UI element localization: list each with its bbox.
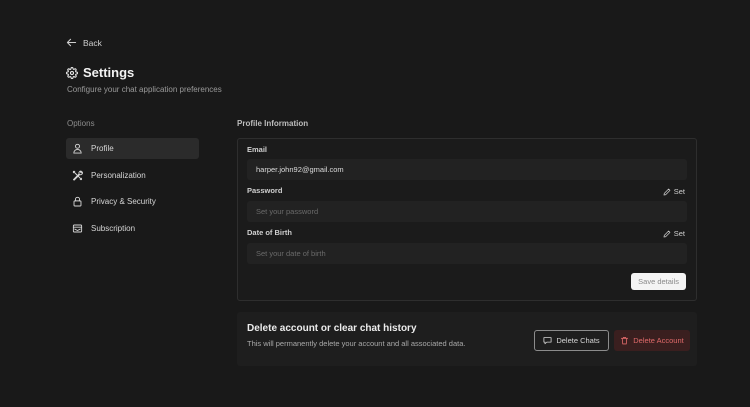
- pencil-icon: [663, 230, 671, 237]
- delete-chats-button[interactable]: Delete Chats: [534, 330, 609, 351]
- pencil-icon: [663, 188, 671, 195]
- profile-form: Email Password Set Date of Birth Set Sav…: [237, 138, 697, 301]
- email-field[interactable]: [247, 159, 687, 180]
- password-label: Password: [247, 186, 283, 195]
- delete-account-button[interactable]: Delete Account: [614, 330, 690, 351]
- back-link[interactable]: Back: [66, 37, 102, 48]
- page-title-text: Settings: [83, 65, 135, 80]
- chat-bubble-icon: [543, 337, 552, 345]
- sidebar-item-privacy[interactable]: Privacy & Security: [66, 191, 199, 212]
- set-dob-label: Set: [673, 229, 685, 238]
- arrow-left-icon: [66, 38, 77, 47]
- set-password-label: Set: [673, 187, 685, 196]
- section-heading: Profile Information: [237, 119, 309, 128]
- email-label: Email: [247, 145, 268, 154]
- set-password-button[interactable]: Set: [663, 187, 685, 196]
- page-title: Settings: [66, 65, 134, 80]
- delete-chats-label: Delete Chats: [556, 336, 600, 345]
- lock-icon: [73, 196, 82, 207]
- sidebar-item-profile[interactable]: Profile: [66, 138, 199, 159]
- sidebar-item-subscription[interactable]: Subscription: [66, 218, 199, 239]
- user-icon: [73, 143, 82, 154]
- dob-label: Date of Birth: [247, 228, 292, 237]
- sidebar-item-label: Personalization: [91, 170, 146, 180]
- danger-zone: Delete account or clear chat history Thi…: [237, 312, 697, 366]
- dob-field[interactable]: [247, 243, 687, 264]
- settings-page: Back Settings Configure your chat applic…: [0, 0, 750, 407]
- password-field[interactable]: [247, 201, 687, 222]
- back-label: Back: [83, 37, 102, 48]
- set-dob-button[interactable]: Set: [663, 229, 685, 238]
- gear-icon: [66, 66, 78, 79]
- delete-account-label: Delete Account: [633, 336, 684, 345]
- page-subtitle: Configure your chat application preferen…: [67, 85, 222, 94]
- sidebar-item-label: Profile: [91, 144, 114, 153]
- sidebar-heading: Options: [67, 119, 95, 128]
- sidebar-item-label: Privacy & Security: [91, 197, 156, 206]
- sidebar-item-label: Subscription: [91, 223, 136, 233]
- card-icon: [72, 224, 83, 232]
- sidebar-item-personalization[interactable]: Personalization: [66, 165, 199, 186]
- tools-icon: [72, 170, 83, 181]
- danger-title: Delete account or clear chat history: [247, 323, 417, 334]
- sidebar-nav: Profile Personalization Privacy & Securi…: [66, 138, 199, 244]
- save-details-button[interactable]: Save details: [631, 273, 686, 290]
- trash-icon: [621, 336, 629, 345]
- danger-description: This will permanently delete your accoun…: [247, 339, 466, 348]
